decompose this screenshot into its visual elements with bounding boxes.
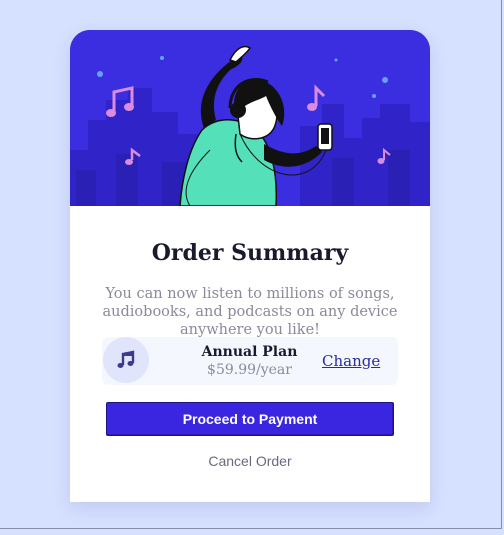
cancel-order-button[interactable]: Cancel Order (70, 453, 430, 469)
page-title: Order Summary (151, 240, 349, 266)
order-description: You can now listen to millions of songs,… (102, 286, 398, 338)
proceed-to-payment-button[interactable]: Proceed to Payment (106, 402, 394, 436)
music-note-icon (103, 337, 149, 383)
plan-summary: Annual Plan $59.99/year Change (102, 337, 398, 385)
hero-illustration (70, 30, 430, 206)
plan-price: $59.99/year (207, 362, 292, 378)
plan-name: Annual Plan (201, 344, 298, 360)
music-listener-illustration (70, 30, 430, 206)
order-summary-card: Order Summary You can now listen to mill… (70, 30, 430, 502)
change-plan-link[interactable]: Change (322, 352, 380, 370)
